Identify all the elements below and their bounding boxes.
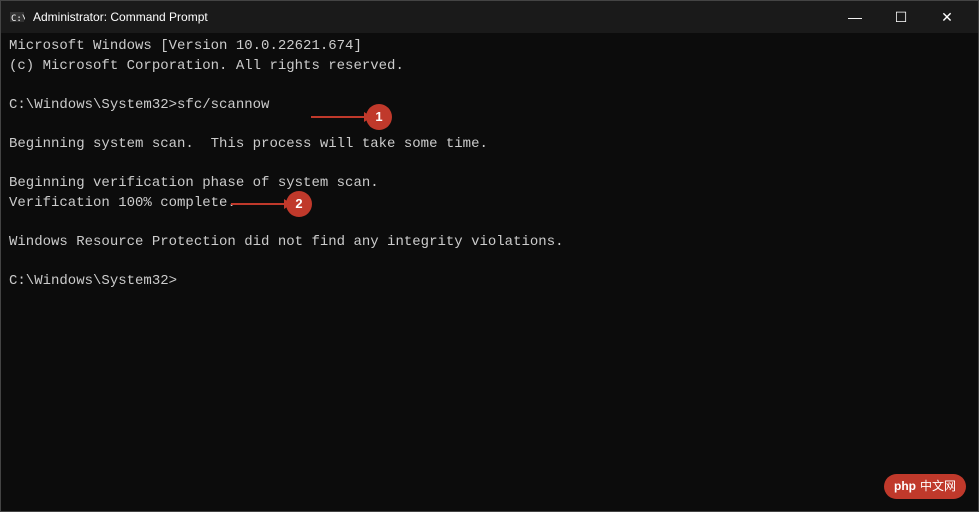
terminal-body[interactable]: Microsoft Windows [Version 10.0.22621.67… [1, 33, 978, 511]
cmd-window: C:\ Administrator: Command Prompt — ☐ ✕ … [0, 0, 979, 512]
terminal-line: (c) Microsoft Corporation. All rights re… [9, 57, 970, 77]
cmd-icon: C:\ [9, 9, 25, 25]
maximize-button[interactable]: ☐ [878, 1, 924, 33]
watermark-subtext: 中文网 [920, 478, 956, 495]
terminal-line-prompt: C:\Windows\System32> [9, 272, 970, 292]
terminal-line [9, 213, 970, 233]
close-button[interactable]: ✕ [924, 1, 970, 33]
window-title: Administrator: Command Prompt [33, 10, 832, 24]
terminal-line-command: C:\Windows\System32>sfc/scannow [9, 96, 970, 116]
watermark-text: php [894, 478, 916, 495]
window-controls: — ☐ ✕ [832, 1, 970, 33]
watermark: php 中文网 [884, 474, 966, 499]
terminal-line-verification-complete: Verification 100% complete. [9, 194, 970, 214]
annotation-2: 2 [231, 191, 312, 217]
title-bar: C:\ Administrator: Command Prompt — ☐ ✕ [1, 1, 978, 33]
arrow-2 [231, 203, 286, 205]
terminal-line [9, 76, 970, 96]
annotation-1: 1 [311, 104, 392, 130]
arrow-1 [311, 116, 366, 118]
terminal-line: Microsoft Windows [Version 10.0.22621.67… [9, 37, 970, 57]
terminal-line: Beginning system scan. This process will… [9, 135, 970, 155]
terminal-line [9, 155, 970, 175]
terminal-line [9, 253, 970, 273]
terminal-line-result: Windows Resource Protection did not find… [9, 233, 970, 253]
svg-text:C:\: C:\ [11, 14, 25, 24]
minimize-button[interactable]: — [832, 1, 878, 33]
terminal-line [9, 115, 970, 135]
terminal-line-verification-start: Beginning verification phase of system s… [9, 174, 970, 194]
